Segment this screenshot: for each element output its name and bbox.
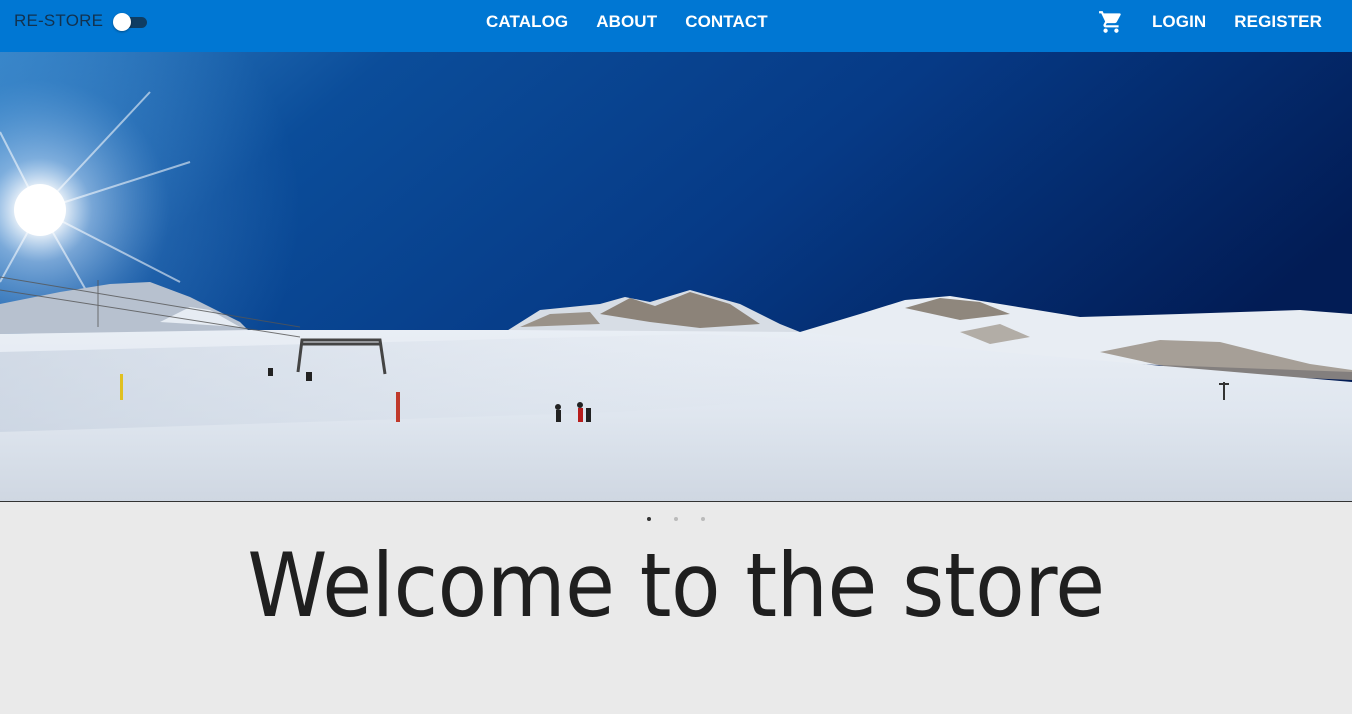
shopping-cart-icon[interactable]	[1098, 9, 1124, 35]
register-link[interactable]: REGISTER	[1220, 12, 1336, 32]
welcome-heading: Welcome to the store	[247, 534, 1105, 637]
main-nav: CATALOG ABOUT CONTACT	[472, 0, 782, 44]
carousel-dots	[0, 517, 1352, 521]
carousel-dot[interactable]	[674, 517, 678, 521]
brand-title: RE-STORE	[14, 11, 104, 30]
nav-link-catalog[interactable]: CATALOG	[472, 12, 582, 32]
hero-image	[0, 52, 1352, 501]
app-bar: RE-STORE CATALOG ABOUT CONTACT LOGIN REG…	[0, 0, 1352, 52]
hero-carousel[interactable]	[0, 52, 1352, 502]
nav-link-about[interactable]: ABOUT	[582, 12, 671, 32]
user-nav: LOGIN REGISTER	[1098, 0, 1336, 44]
toggle-thumb	[113, 13, 132, 31]
login-link[interactable]: LOGIN	[1138, 12, 1220, 32]
theme-toggle[interactable]	[111, 11, 148, 31]
carousel-dot[interactable]	[647, 517, 651, 521]
nav-link-contact[interactable]: CONTACT	[671, 12, 782, 32]
brand: RE-STORE	[14, 11, 148, 31]
carousel-dot[interactable]	[701, 517, 705, 521]
